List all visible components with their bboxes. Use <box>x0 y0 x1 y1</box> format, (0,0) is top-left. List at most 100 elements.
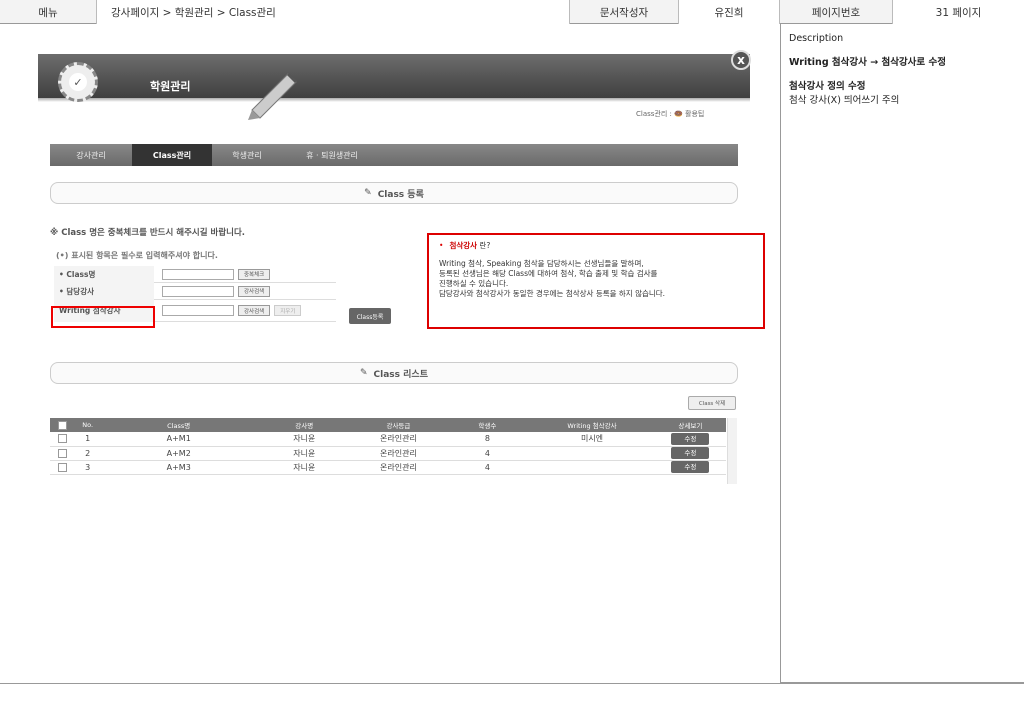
teacher-label: • 담당강사 <box>54 282 154 300</box>
row-checkbox[interactable] <box>58 434 68 444</box>
header-detail: 상세보기 <box>654 418 726 432</box>
row-checkbox[interactable] <box>58 462 68 472</box>
tab-leave[interactable]: 휴 · 퇴원생관리 <box>282 144 382 166</box>
row-teacher: 자니윤 <box>257 446 352 461</box>
class-delete-button[interactable]: Class 삭제 <box>688 396 736 410</box>
callout-term: 첨삭강사 <box>449 241 478 250</box>
edit-button[interactable]: 수정 <box>671 447 710 459</box>
row-teacher: 자니윤 <box>257 460 352 475</box>
page-number-label: 페이지번호 <box>780 0 893 24</box>
row-writing-teacher: 미시엔 <box>529 432 655 447</box>
writing-teacher-input[interactable] <box>162 305 234 316</box>
form-row-class: • Class명 중복체크 <box>54 265 336 283</box>
tab-bar: 강사관리 Class관리 학생관리 휴 · 퇴원생관리 <box>50 144 738 166</box>
edit-button[interactable]: 수정 <box>671 461 710 473</box>
row-grade: 온라인관리 <box>351 432 446 447</box>
callout-box: • 첨삭강사 란? Writing 첨삭, Speaking 첨삭을 담당하시는 … <box>427 233 765 329</box>
table-scrollbar[interactable] <box>727 418 737 484</box>
doc-author-label: 문서작성자 <box>570 0 679 24</box>
table-row: 1 A+M1 자니윤 온라인관리 8 미시엔 수정 <box>50 432 726 447</box>
header-students: 학생수 <box>445 418 530 432</box>
pencil-icon <box>248 72 298 120</box>
tab-teacher[interactable]: 강사관리 <box>50 144 132 166</box>
class-table: No. Class명 강사명 강사등급 학생수 Writing 첨삭강사 상세보… <box>50 418 726 475</box>
header-bar: 메뉴 강사페이지 > 학원관리 > Class관리 문서작성자 유진희 페이지번… <box>0 0 1024 24</box>
page-number: 31 페이지 <box>893 0 1024 24</box>
pencil-icon: ✎ <box>360 368 368 378</box>
row-students: 8 <box>445 432 530 447</box>
row-checkbox[interactable] <box>58 448 68 458</box>
description-note: 첨삭 강사(X) 띄어쓰기 주의 <box>789 95 900 106</box>
callout-line-2: 등록된 선생님은 해당 Class에 대하여 첨삭, 학습 출제 및 학습 검사… <box>439 269 658 278</box>
edit-button[interactable]: 수정 <box>671 432 710 445</box>
header-no: No. <box>75 418 101 432</box>
callout-line-3: 진행하실 수 있습니다. <box>439 279 509 288</box>
section-title: 학원관리 <box>150 80 191 93</box>
row-no: 2 <box>75 446 101 461</box>
clear-button[interactable]: 지우기 <box>274 305 302 316</box>
callout-line-4: 담당강사와 첨삭강사가 동일한 경우에는 첨삭상사 등록을 하지 않습니다. <box>439 289 666 298</box>
writing-highlight-box <box>51 306 155 328</box>
list-section-title: Class 리스트 <box>373 369 428 380</box>
header-class-name: Class명 <box>100 418 258 432</box>
author-name: 유진희 <box>679 0 780 24</box>
select-all-checkbox[interactable] <box>58 420 68 430</box>
class-name-input[interactable] <box>162 268 234 280</box>
class-register-button[interactable]: Class등록 <box>349 308 391 324</box>
breadcrumb: 강사페이지 > 학원관리 > Class관리 <box>97 0 570 24</box>
row-check-cell <box>50 460 76 475</box>
row-writing-teacher <box>529 446 655 461</box>
pencil-icon: ✎ <box>364 188 372 198</box>
row-grade: 온라인관리 <box>351 460 446 475</box>
description-subtitle: 첨삭강사 정의 수정 <box>789 81 866 92</box>
logo-icon: ✓ <box>58 62 98 102</box>
table-row: 3 A+M3 자니윤 온라인관리 4 수정 <box>50 460 726 475</box>
row-students: 4 <box>445 446 530 461</box>
row-class-name: A+M1 <box>100 432 258 447</box>
dup-check-button[interactable]: 중복체크 <box>238 268 271 280</box>
callout-line-1: Writing 첨삭, Speaking 첨삭을 담당하시는 선생님들을 말하며… <box>439 259 644 268</box>
header-grade: 강사등급 <box>351 418 446 432</box>
header-teacher: 강사명 <box>257 418 352 432</box>
header-band <box>38 54 750 98</box>
search-teacher-button[interactable]: 강사검색 <box>238 285 271 297</box>
teacher-input[interactable] <box>162 285 234 297</box>
description-panel: Description Writing 첨삭강사 → 첨삭강사로 수정 첨삭강사… <box>780 24 1024 683</box>
table-header-row: No. Class명 강사명 강사등급 학생수 Writing 첨삭강사 상세보… <box>50 418 726 432</box>
register-section-header: ✎ Class 등록 <box>50 182 738 204</box>
row-detail-cell: 수정 <box>654 460 726 475</box>
row-detail-cell: 수정 <box>654 446 726 461</box>
menu-label: 메뉴 <box>0 0 97 24</box>
row-class-name: A+M2 <box>100 446 258 461</box>
table-row: 2 A+M2 자니윤 온라인관리 4 수정 <box>50 446 726 461</box>
row-grade: 온라인관리 <box>351 446 446 461</box>
callout-bullet: • <box>439 241 444 250</box>
callout-title-suffix: 란? <box>477 241 491 250</box>
required-note: (•) 표시된 항목은 필수로 입력해주셔야 합니다. <box>56 251 218 260</box>
check-icon: ✓ <box>69 73 87 91</box>
register-section-title: Class 등록 <box>377 189 424 200</box>
row-students: 4 <box>445 460 530 475</box>
list-section-header: ✎ Class 리스트 <box>50 362 738 384</box>
row-writing-teacher <box>529 460 655 475</box>
description-title: Description <box>789 33 844 44</box>
tab-student[interactable]: 학생관리 <box>212 144 282 166</box>
header-check <box>50 418 76 432</box>
header-writing-teacher: Writing 첨삭강사 <box>529 418 655 432</box>
row-no: 3 <box>75 460 101 475</box>
row-teacher: 자니윤 <box>257 432 352 447</box>
class-name-label: • Class명 <box>54 265 154 283</box>
bottom-divider <box>0 683 1024 684</box>
header-shadow <box>38 98 750 102</box>
callout-title: • 첨삭강사 란? <box>439 241 753 251</box>
row-check-cell <box>50 446 76 461</box>
tab-class[interactable]: Class관리 <box>132 144 212 166</box>
close-button[interactable]: x <box>731 50 751 70</box>
form-row-teacher: • 담당강사 강사검색 <box>54 282 336 300</box>
row-detail-cell: 수정 <box>654 432 726 447</box>
row-no: 1 <box>75 432 101 447</box>
class-crumb: Class관리 : 🍩 활용팁 <box>636 110 705 118</box>
row-check-cell <box>50 432 76 447</box>
description-change: Writing 첨삭강사 → 첨삭강사로 수정 <box>789 57 946 68</box>
search-writing-teacher-button[interactable]: 강사검색 <box>238 305 271 316</box>
